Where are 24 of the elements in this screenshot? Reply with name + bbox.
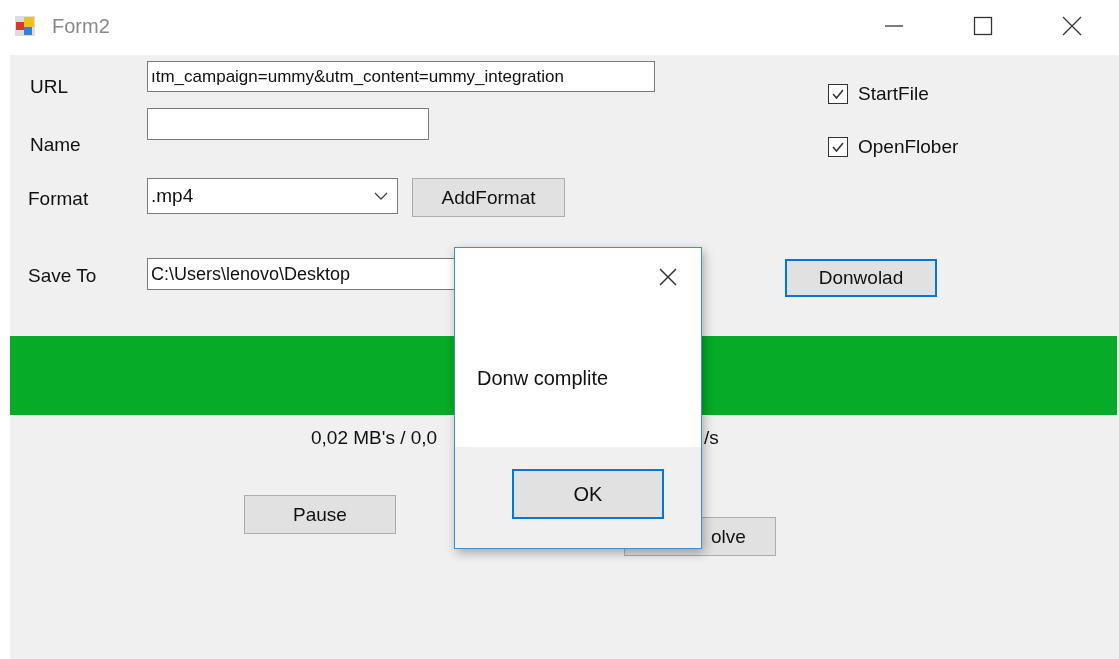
checkbox[interactable]: OpenFlober	[828, 136, 959, 158]
format-dropdown[interactable]: .mp4	[147, 178, 398, 214]
status-text: 0,02 MB's / 0,0	[311, 427, 438, 449]
text-field[interactable]: ıtm_campaign=ummy&utm_content=ummy_integration	[147, 61, 655, 92]
dialog-message: Donw complite	[477, 367, 609, 390]
chevron-icon[interactable]	[374, 192, 388, 200]
maximize-icon[interactable]	[973, 16, 993, 36]
add-format-button[interactable]: AddFormat	[412, 178, 565, 217]
pause-button[interactable]: Pause	[244, 495, 396, 534]
field-label: Format	[28, 188, 89, 210]
check-icon	[831, 140, 845, 154]
app-icon	[14, 15, 36, 37]
close-icon[interactable]	[659, 268, 677, 286]
field-label: URL	[30, 76, 68, 98]
field-label: Save To	[28, 265, 97, 287]
window-title: Form2	[52, 14, 110, 38]
check-icon	[831, 87, 845, 101]
ok-button[interactable]: OK	[512, 469, 664, 519]
download-button[interactable]: Donwolad	[785, 259, 937, 297]
checkbox[interactable]: StartFile	[828, 83, 929, 105]
text-field[interactable]	[147, 108, 429, 140]
close-icon[interactable]	[1062, 16, 1082, 36]
status-text: /s	[704, 427, 719, 449]
field-label: Name	[30, 134, 81, 156]
